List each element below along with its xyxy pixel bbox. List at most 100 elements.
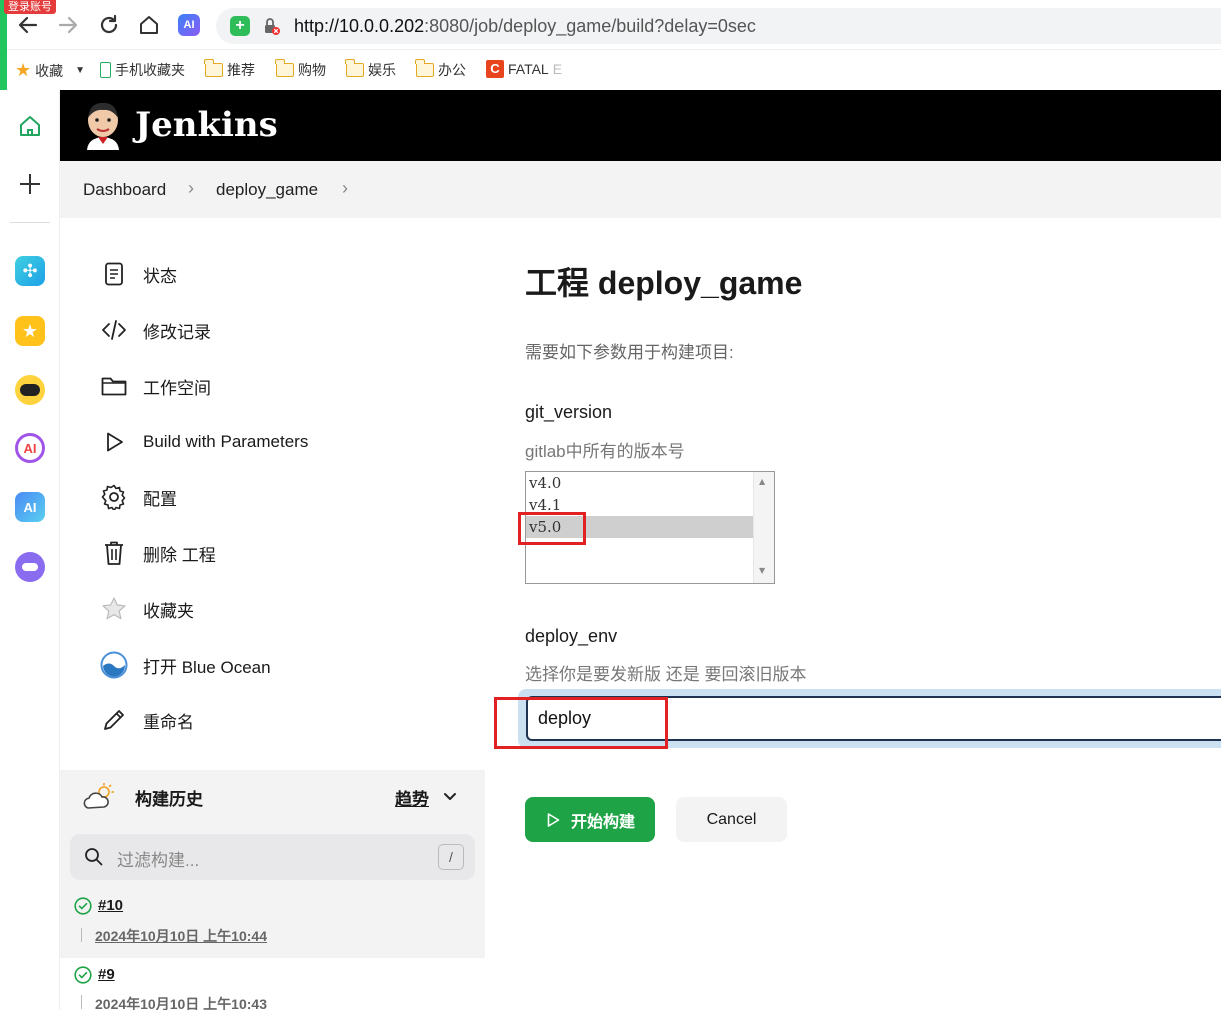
listbox-option[interactable]: v4.0 xyxy=(526,472,753,494)
page-title: 工程 deploy_game xyxy=(525,265,803,301)
filter-placeholder: 过滤构建... xyxy=(117,851,200,870)
back-button[interactable] xyxy=(15,12,41,38)
gear-icon xyxy=(100,483,128,511)
build-button-label: 开始构建 xyxy=(570,813,635,831)
build-time-link[interactable]: 2024年10月10日 上午10:44 xyxy=(95,926,267,946)
param-name: git_version xyxy=(525,402,613,422)
robot-icon xyxy=(20,384,40,396)
side-item-label: 收藏夹 xyxy=(143,601,194,621)
ai-button[interactable]: AI xyxy=(176,12,202,38)
folder-icon xyxy=(275,59,294,77)
side-item-configure[interactable]: 配置 xyxy=(100,482,177,512)
side-item-label: 修改记录 xyxy=(143,322,211,342)
sidebar-add-button[interactable] xyxy=(18,172,42,201)
home-button[interactable] xyxy=(136,12,162,38)
keyboard-shortcut-hint: / xyxy=(438,844,464,870)
scroll-down-icon[interactable]: ▼ xyxy=(759,566,765,575)
sidebar-home-button[interactable] xyxy=(18,114,42,143)
search-icon xyxy=(84,847,104,872)
sidebar-app-ai[interactable]: AI xyxy=(15,492,45,522)
arrow-right-icon xyxy=(58,16,78,34)
c-logo-icon: C xyxy=(486,60,504,78)
play-icon xyxy=(100,428,128,456)
home-icon xyxy=(20,116,40,136)
trend-link[interactable]: 趋势 xyxy=(395,785,429,810)
build-number-link[interactable]: #10 xyxy=(98,897,123,914)
listbox-scrollbar[interactable]: ▲ ▼ xyxy=(753,472,774,583)
url-text[interactable]: http://10.0.0.202:8080/job/deploy_game/b… xyxy=(294,16,756,37)
build-history-header: 构建历史 趋势 xyxy=(60,770,485,822)
cancel-button[interactable]: Cancel xyxy=(676,797,787,842)
sidebar-app-bot[interactable] xyxy=(15,375,45,405)
timeline-bar xyxy=(81,928,82,942)
side-item-label: 配置 xyxy=(143,489,177,509)
build-button[interactable]: 开始构建 xyxy=(525,797,655,842)
chevron-down-icon[interactable] xyxy=(442,788,458,809)
bookmarks-bar: ★ 收藏 ▼ 手机收藏夹 推荐 购物 娱乐 办公 C FATAL E xyxy=(0,52,1221,88)
page-description: 需要如下参数用于构建项目: xyxy=(525,343,734,362)
sidebar-app-favorites[interactable]: ★ xyxy=(15,316,45,346)
jenkins-butler-logo[interactable] xyxy=(82,100,124,155)
reload-icon xyxy=(100,14,118,34)
build-filter-input[interactable]: 过滤构建... / xyxy=(70,834,475,880)
side-item-delete[interactable]: 删除 工程 xyxy=(100,538,216,568)
sidebar-app-ai-assistant[interactable]: AI xyxy=(15,433,45,463)
success-check-icon xyxy=(74,966,92,989)
bookmark-label: 推荐 xyxy=(227,62,255,78)
bookmark-favorites[interactable]: ★ 收藏 ▼ xyxy=(15,60,85,81)
reload-button[interactable] xyxy=(96,12,122,38)
build-history-title: 构建历史 xyxy=(135,790,203,809)
folder-icon xyxy=(204,59,223,77)
build-number-link[interactable]: #9 xyxy=(98,966,115,983)
ai-square-icon: AI xyxy=(23,499,37,515)
bookmark-recommend[interactable]: 推荐 xyxy=(204,59,255,80)
build-time-link[interactable]: 2024年10月10日 上午10:43 xyxy=(95,994,267,1010)
star-icon: ★ xyxy=(21,320,39,341)
timeline-bar xyxy=(81,995,82,1009)
star-icon: ★ xyxy=(15,60,32,80)
side-item-favorite[interactable]: 收藏夹 xyxy=(100,594,194,624)
login-tag[interactable]: 登录账号 xyxy=(4,0,56,14)
build-run-row[interactable]: #9 2024年10月10日 上午10:43 xyxy=(60,958,485,1010)
chevron-right-icon[interactable]: › xyxy=(342,178,348,199)
side-item-label: 删除 工程 xyxy=(143,545,216,565)
sidebar-app-translate[interactable]: ✣ xyxy=(15,256,45,286)
jenkins-logo-text[interactable]: Jenkins xyxy=(135,105,278,145)
bookmark-mobile[interactable]: 手机收藏夹 xyxy=(100,60,185,80)
url-host: http://10.0.0.202 xyxy=(294,16,425,36)
side-item-status[interactable]: 状态 xyxy=(100,259,177,289)
plus-icon xyxy=(20,174,40,194)
bookmark-shopping[interactable]: 购物 xyxy=(275,59,326,80)
forward-button[interactable] xyxy=(55,12,81,38)
breadcrumb: Dashboard › deploy_game › xyxy=(60,161,1221,218)
trash-icon xyxy=(100,539,128,567)
build-run-row[interactable]: #10 2024年10月10日 上午10:44 xyxy=(60,888,485,958)
side-item-changes[interactable]: 修改记录 xyxy=(100,315,211,345)
bookmark-fatal[interactable]: C FATAL E xyxy=(486,60,562,78)
side-item-blue-ocean[interactable]: 打开 Blue Ocean xyxy=(100,650,271,680)
chevron-right-icon: › xyxy=(188,178,194,198)
bookmark-label: 购物 xyxy=(298,62,326,78)
address-bar[interactable]: + http://10.0.0.202:8080/job/deploy_game… xyxy=(216,8,1221,44)
blue-ocean-icon xyxy=(100,651,128,679)
arrow-left-icon xyxy=(18,16,38,34)
side-item-label: 工作空间 xyxy=(143,378,211,398)
side-item-build-with-parameters[interactable]: Build with Parameters xyxy=(100,427,308,457)
star-icon xyxy=(100,595,128,623)
bookmark-label: 娱乐 xyxy=(368,62,396,78)
bookmark-overflow-text: E xyxy=(552,61,563,77)
bookmark-office[interactable]: 办公 xyxy=(415,59,466,80)
notepad-icon xyxy=(100,260,128,288)
insecure-icon[interactable] xyxy=(262,17,280,40)
side-item-workspace[interactable]: 工作空间 xyxy=(100,371,211,401)
bookmark-label: 办公 xyxy=(438,62,466,78)
bookmark-entertainment[interactable]: 娱乐 xyxy=(345,59,396,80)
breadcrumb-dashboard[interactable]: Dashboard xyxy=(83,180,166,200)
param-description: 选择你是要发新版 还是 要回滚旧版本 xyxy=(525,665,807,684)
build-history-panel: 构建历史 趋势 过滤构建... / #10 2024年10月10日 上午10:4… xyxy=(60,770,485,1010)
bookmark-label: 收藏 xyxy=(35,62,64,79)
side-item-rename[interactable]: 重命名 xyxy=(100,705,194,735)
scroll-up-icon[interactable]: ▲ xyxy=(759,477,765,486)
breadcrumb-job[interactable]: deploy_game xyxy=(216,180,318,200)
sidebar-app-chat[interactable] xyxy=(15,552,45,582)
